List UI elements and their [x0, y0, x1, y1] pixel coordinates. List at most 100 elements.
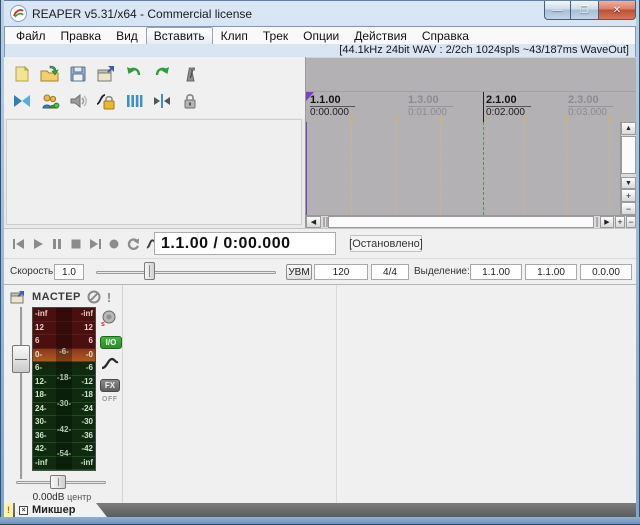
- ruler-marker: 1.1.000:00.000: [310, 94, 355, 118]
- horizontal-scrollbar[interactable]: ◀ ▶ + −: [306, 215, 636, 228]
- mixer-tab[interactable]: × Микшер: [15, 503, 107, 517]
- docker-tab-bar: ! × Микшер: [4, 503, 636, 517]
- selection-end-field[interactable]: 1.1.00: [525, 264, 577, 280]
- mixer-docker: МАСТЕР ! -inf-inf1212660--06--612--1218-…: [4, 284, 636, 503]
- master-track-label[interactable]: МАСТЕР: [32, 291, 81, 303]
- selection-start-field[interactable]: 1.1.00: [470, 264, 522, 280]
- open-project-icon[interactable]: [40, 64, 60, 84]
- menu-item-3[interactable]: Вид: [109, 28, 145, 44]
- meter-center-scale: -54-: [57, 449, 71, 458]
- selection-length-field[interactable]: 0.0.00: [580, 264, 632, 280]
- window-title: REAPER v5.31/x64 - Commercial license: [32, 7, 252, 21]
- timeline-ruler[interactable]: 1.1.000:00.0001.3.000:01.0002.1.000:02.0…: [306, 91, 636, 122]
- timesig-field[interactable]: 4/4: [371, 264, 409, 280]
- snap-icon[interactable]: [152, 91, 172, 111]
- crossfade-icon[interactable]: [12, 91, 32, 111]
- undo-icon[interactable]: [124, 64, 144, 84]
- master-output-knob-icon[interactable]: s: [100, 309, 116, 327]
- ruler-beat-tick: [440, 115, 442, 122]
- master-solo-icon[interactable]: !: [107, 290, 111, 305]
- ruler-beat-tick: [609, 115, 611, 122]
- bpm-mode-button[interactable]: УВМ: [286, 264, 312, 280]
- zoom-out-button[interactable]: −: [621, 202, 636, 215]
- horizontal-scroll-thumb[interactable]: [328, 216, 594, 228]
- save-project-icon[interactable]: [68, 64, 88, 84]
- automation-lock-icon[interactable]: [96, 91, 116, 111]
- transport-position-display[interactable]: 1.1.00 / 0:00.000: [154, 232, 336, 255]
- lock-icon[interactable]: [180, 91, 200, 111]
- arrange-grid[interactable]: [306, 122, 636, 216]
- master-fx-off-label: OFF: [102, 396, 118, 403]
- hzoom-out-button[interactable]: −: [626, 216, 636, 228]
- meter-center-divider: [56, 308, 72, 470]
- scroll-down-button[interactable]: ▼: [621, 177, 636, 189]
- record-button[interactable]: [107, 235, 121, 252]
- beat-grid-line: [396, 122, 397, 216]
- go-to-end-button[interactable]: [88, 235, 102, 252]
- close-button[interactable]: ✕: [598, 1, 636, 20]
- master-fader-handle[interactable]: [12, 345, 30, 373]
- metronome-icon[interactable]: [180, 64, 200, 84]
- menu-bar: ФайлПравкаВидВставитьКлипТрекОпцииДейств…: [4, 26, 636, 44]
- menu-item-8[interactable]: Действия: [347, 28, 414, 44]
- playrate-slider-thumb[interactable]: [144, 262, 155, 280]
- stop-button[interactable]: [69, 235, 83, 252]
- master-fader-track[interactable]: [20, 307, 23, 479]
- go-to-start-button[interactable]: [12, 235, 26, 252]
- pause-button[interactable]: [50, 235, 64, 252]
- master-envelope-icon[interactable]: [100, 356, 120, 372]
- scroll-up-button[interactable]: ▲: [621, 122, 636, 135]
- master-settings-icon[interactable]: [10, 290, 26, 304]
- menu-item-5[interactable]: Клип: [214, 28, 255, 44]
- beat-grid-line: [351, 122, 352, 216]
- ruler-beat-tick: [396, 115, 398, 122]
- maximize-button[interactable]: ❐: [571, 1, 598, 20]
- scroll-right-button[interactable]: ▶: [600, 216, 614, 228]
- repeat-button[interactable]: [126, 235, 140, 252]
- ruler-marker: 1.3.000:01.000: [408, 94, 453, 118]
- docker-alert-icon[interactable]: !: [4, 503, 13, 517]
- track-list-empty[interactable]: [6, 119, 302, 225]
- meter-center-scale: -30-: [57, 399, 71, 408]
- menu-item-9[interactable]: Справка: [415, 28, 476, 44]
- new-project-icon[interactable]: [12, 64, 32, 84]
- beat-grid-line: [566, 122, 567, 216]
- reaper-logo-icon: [10, 5, 27, 22]
- menu-item-6[interactable]: Трек: [256, 28, 295, 44]
- menu-item-4[interactable]: Вставить: [146, 27, 213, 45]
- master-pan-thumb[interactable]: [50, 475, 66, 489]
- menu-item-7[interactable]: Опции: [296, 28, 346, 44]
- ruler-beat-tick: [524, 115, 526, 122]
- bpm-field[interactable]: 120: [314, 264, 368, 280]
- menu-item-2[interactable]: Правка: [54, 28, 109, 44]
- speaker-icon[interactable]: [68, 91, 88, 111]
- item-grouping-icon[interactable]: [40, 91, 60, 111]
- grid-icon[interactable]: [124, 91, 144, 111]
- vertical-scroll-thumb[interactable]: [621, 136, 636, 174]
- beat-grid-line: [440, 122, 441, 216]
- master-io-button[interactable]: I/O: [100, 336, 122, 349]
- transport-state: [Остановлено]: [350, 235, 422, 252]
- main-toolbar: [4, 57, 305, 118]
- zoom-in-button[interactable]: +: [621, 189, 636, 202]
- selection-label: Выделение:: [414, 266, 470, 277]
- hzoom-in-button[interactable]: +: [615, 216, 625, 228]
- arrange-header-strip: [306, 58, 636, 91]
- redo-icon[interactable]: [152, 64, 172, 84]
- play-cursor-line: [306, 122, 307, 216]
- minimize-button[interactable]: —: [544, 1, 571, 20]
- playrate-slider-track[interactable]: [96, 271, 276, 274]
- track-control-pane: [4, 57, 306, 228]
- menu-item-1[interactable]: Файл: [9, 28, 53, 44]
- mixer-tab-close-icon[interactable]: ×: [19, 506, 28, 515]
- scroll-left-button[interactable]: ◀: [306, 216, 321, 228]
- edit-cursor-line: [483, 122, 484, 216]
- title-bar[interactable]: REAPER v5.31/x64 - Commercial license — …: [0, 0, 640, 26]
- master-fx-button[interactable]: FX: [100, 379, 120, 392]
- play-button[interactable]: [31, 235, 45, 252]
- meter-center-scale: -6-: [59, 347, 69, 356]
- project-settings-icon[interactable]: [96, 64, 116, 84]
- vertical-scrollbar[interactable]: ▲ ▼ + −: [620, 122, 636, 216]
- speed-value-field[interactable]: 1.0: [54, 264, 84, 280]
- master-mute-icon[interactable]: [87, 290, 101, 304]
